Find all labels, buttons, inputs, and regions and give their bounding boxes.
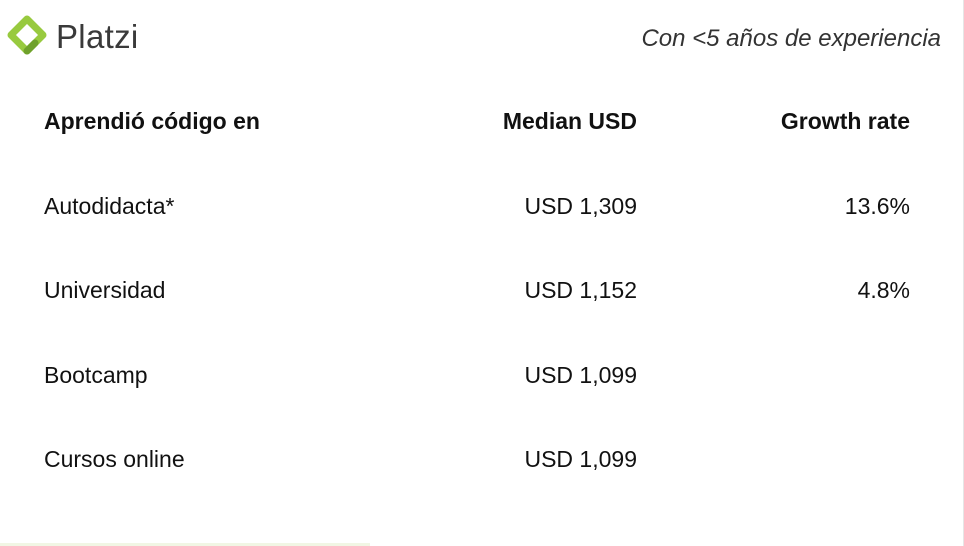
row-growth-rate: 13.6%: [844, 193, 910, 219]
subtitle: Con <5 años de experiencia: [641, 25, 941, 52]
row-learning-method: Bootcamp: [44, 362, 148, 388]
row-learning-method: Universidad: [44, 277, 166, 303]
header-learned-code: Aprendió código en: [44, 108, 260, 134]
header-growth-rate: Growth rate: [780, 108, 910, 134]
row-median-usd: USD 1,152: [524, 277, 637, 303]
brand-name: Platzi: [56, 17, 139, 55]
row-median-usd: USD 1,099: [524, 446, 637, 472]
row-learning-method: Cursos online: [44, 446, 185, 472]
row-median-usd: USD 1,309: [524, 193, 637, 219]
row-growth-rate: 4.8%: [857, 277, 910, 303]
slide: Platzi Con <5 años de experiencia Aprend…: [0, 0, 964, 546]
row-median-usd: USD 1,099: [524, 362, 637, 388]
header-median-usd: Median USD: [502, 108, 637, 134]
platzi-logo-icon: [7, 15, 47, 55]
platzi-logo: Platzi: [4, 12, 139, 62]
row-learning-method: Autodidacta*: [44, 193, 175, 219]
